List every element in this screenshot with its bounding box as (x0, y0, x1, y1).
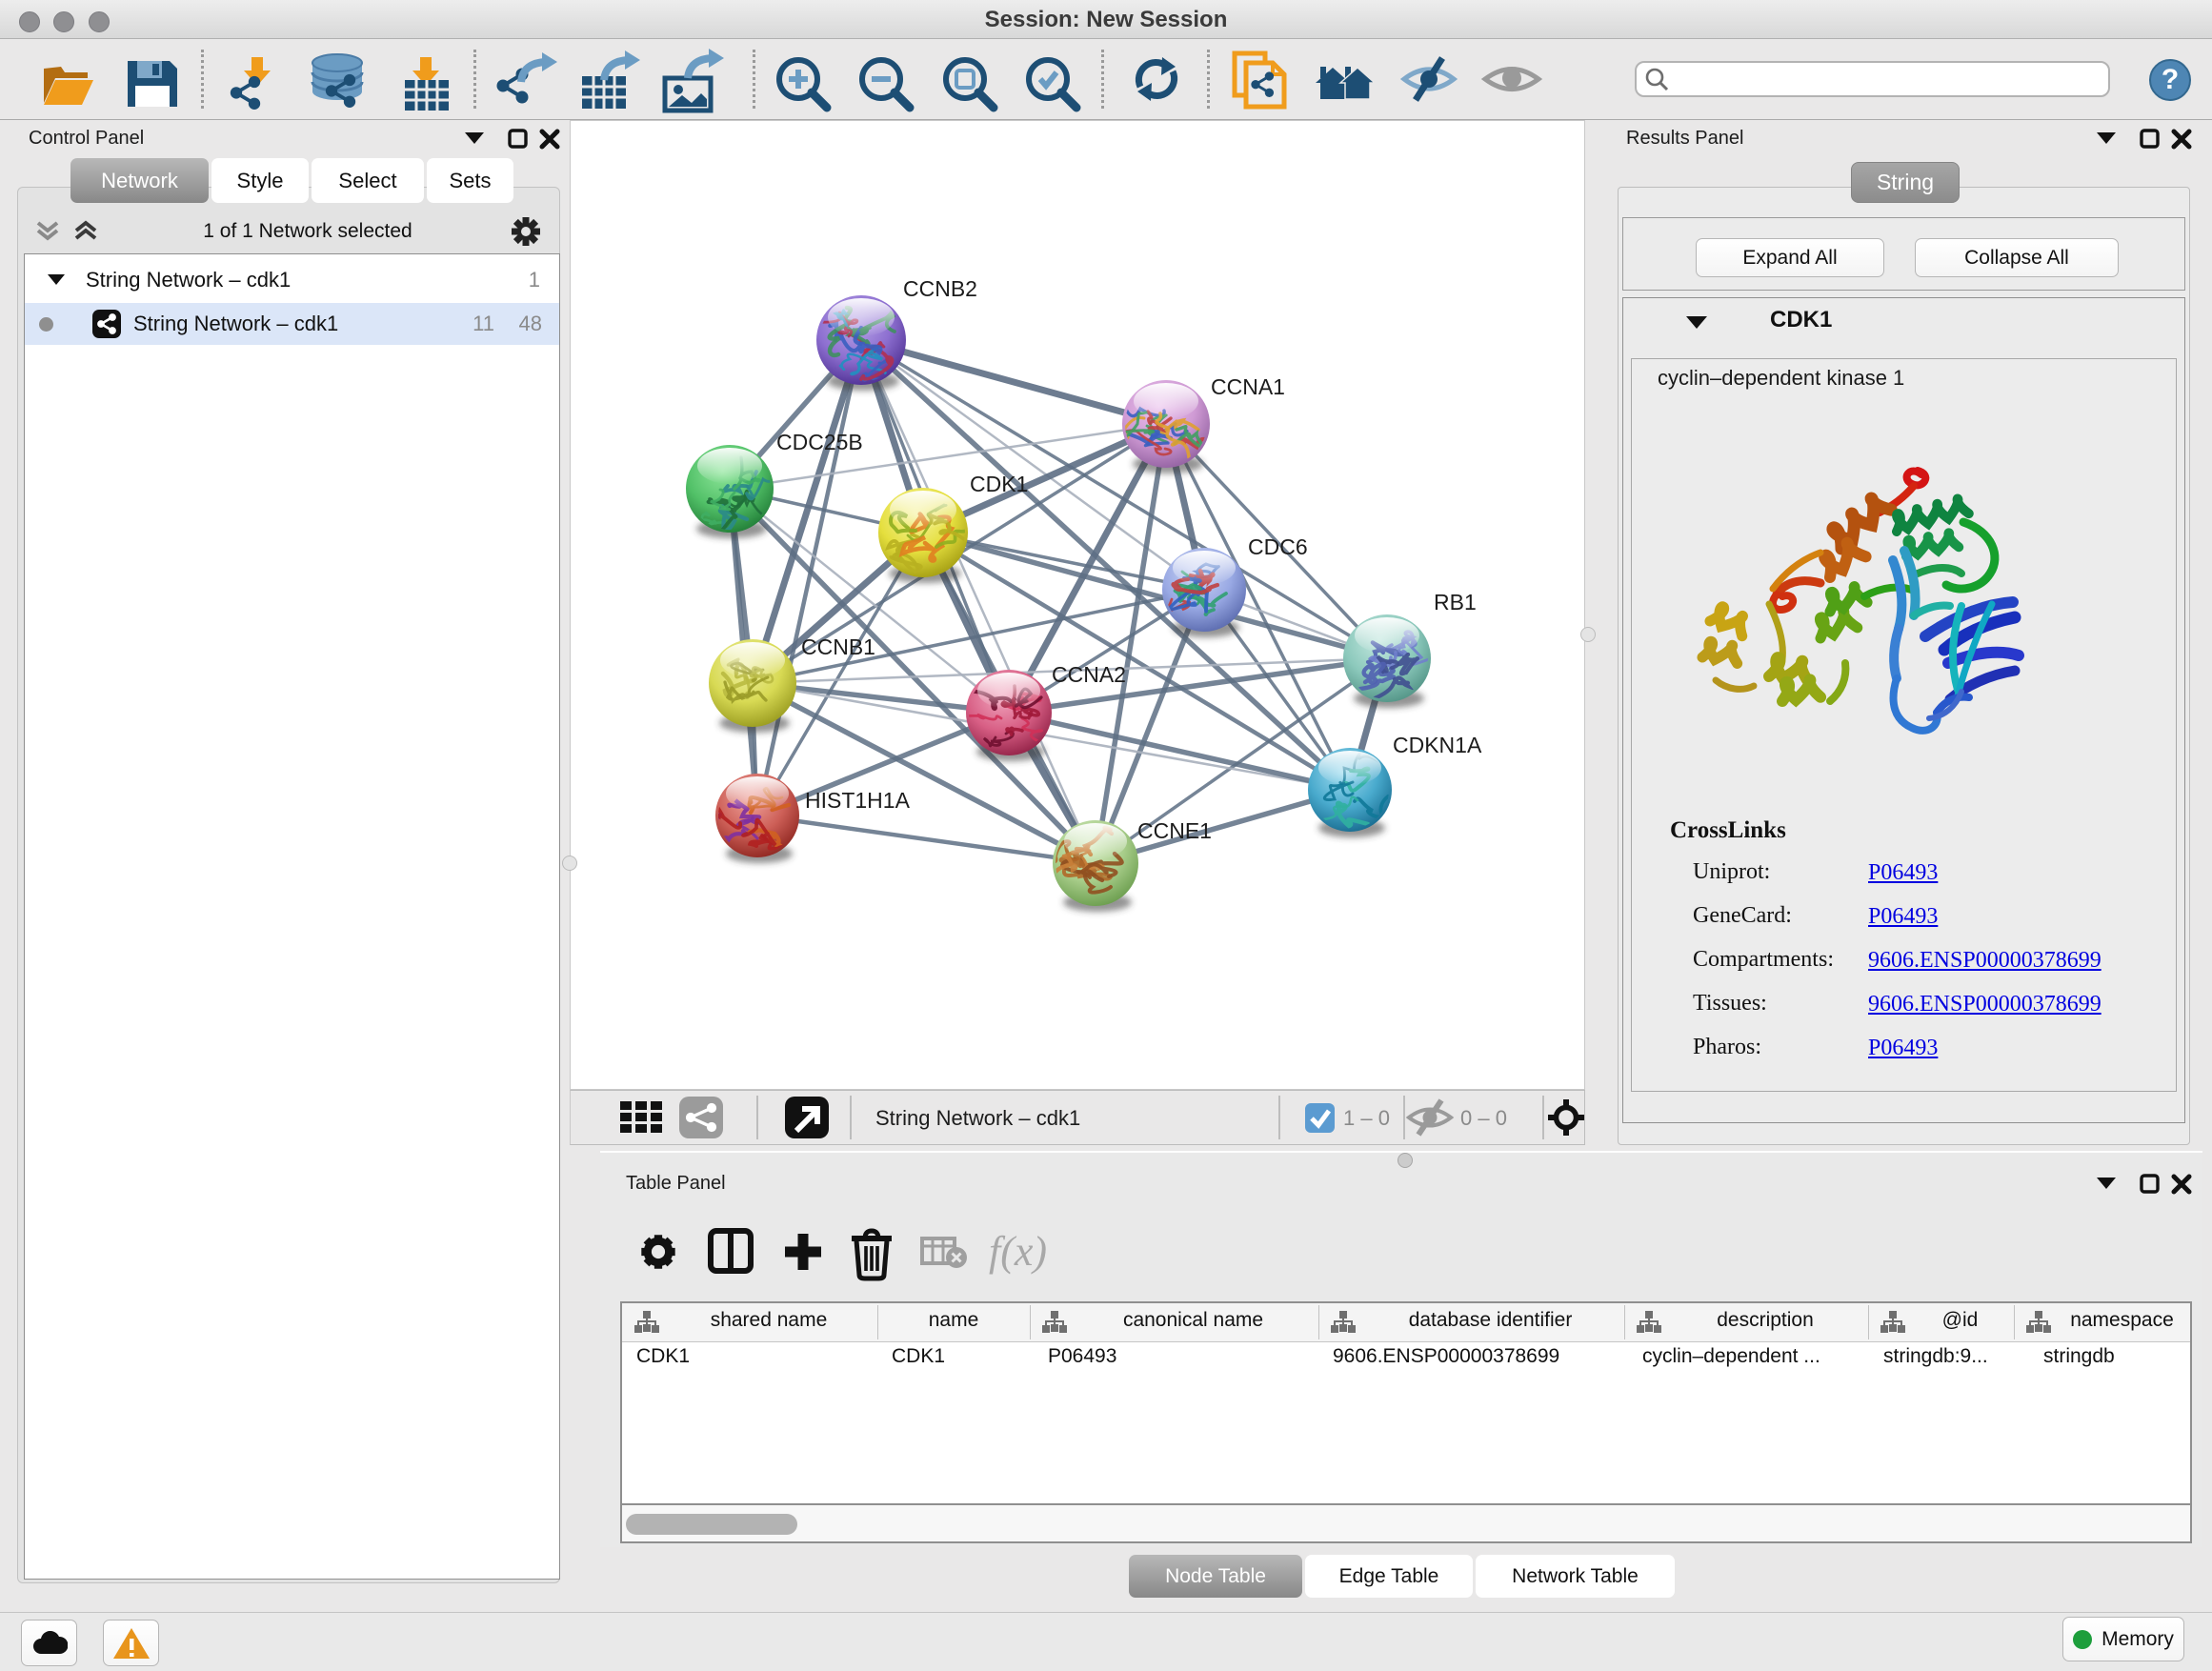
svg-text:CCNB1: CCNB1 (801, 634, 875, 659)
svg-text:String Network – cdk1: String Network – cdk1 (875, 1106, 1080, 1130)
svg-text:CDK1: CDK1 (970, 472, 1028, 496)
svg-text:CCNB2: CCNB2 (903, 276, 977, 301)
svg-text:f(x): f(x) (989, 1228, 1047, 1275)
svg-text:HIST1H1A: HIST1H1A (805, 788, 911, 813)
svg-text:CCNA1: CCNA1 (1211, 374, 1285, 399)
svg-text:CDKN1A: CDKN1A (1393, 733, 1482, 757)
svg-text:CDC25B: CDC25B (776, 430, 863, 454)
svg-text:RB1: RB1 (1434, 590, 1477, 614)
svg-text:CCNE1: CCNE1 (1137, 818, 1212, 843)
svg-text:CDC6: CDC6 (1248, 534, 1308, 559)
svg-text:0 – 0: 0 – 0 (1460, 1106, 1507, 1130)
svg-text:1 – 0: 1 – 0 (1343, 1106, 1390, 1130)
svg-text:CCNA2: CCNA2 (1052, 662, 1126, 687)
